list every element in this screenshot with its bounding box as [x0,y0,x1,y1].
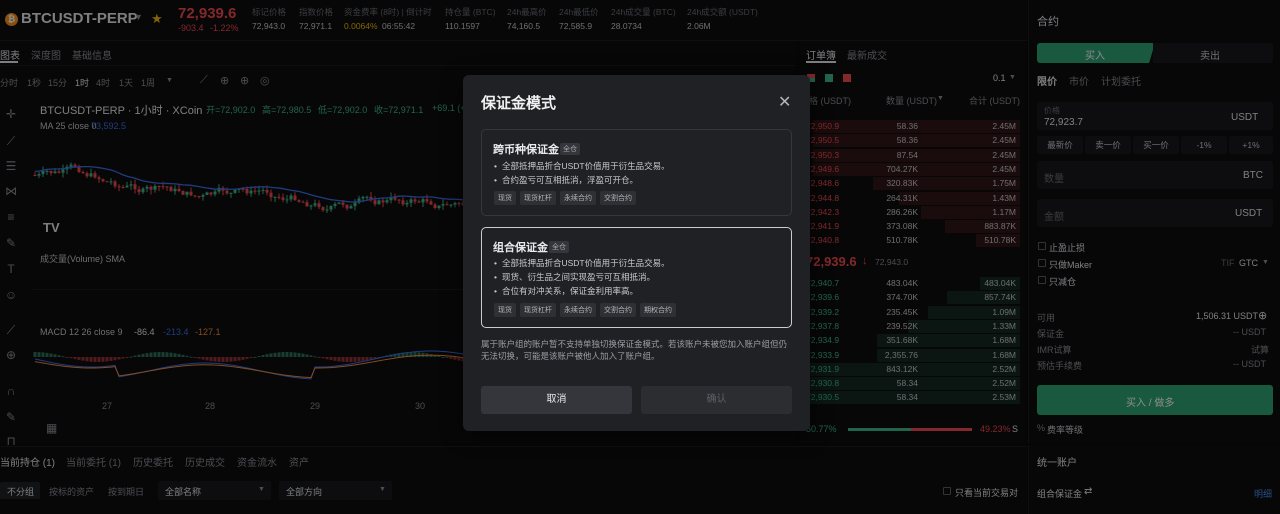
tag: 交割合约 [600,191,636,205]
option-portfolio-bullet: 现货、衍生品之间实现盈亏可互相抵消。 [494,271,655,283]
close-icon[interactable]: ✕ [778,92,791,112]
confirm-button[interactable]: 确认 [641,386,792,414]
option-portfolio-bullet: 合位有对冲关系，保证金利用率高。 [494,285,638,297]
option-cross-title: 跨币种保证金 [493,144,559,156]
tag: 现货 [494,191,516,205]
option-portfolio-bullet: 全部抵押品折合USDT价值用于衍生品交易。 [494,257,670,269]
tag: 现货杠杆 [520,303,556,317]
dialog-title: 保证金模式 [481,95,557,112]
option-portfolio-margin[interactable]: 组合保证金 全仓 全部抵押品折合USDT价值用于衍生品交易。 现货、衍生品之间实… [481,227,792,328]
option-portfolio-badge: 全仓 [549,241,569,253]
tag: 永续合约 [560,303,596,317]
tag: 永续合约 [560,191,596,205]
option-portfolio-tags: 现货 现货杠杆 永续合约 交割合约 期权合约 [494,303,680,317]
option-portfolio-title: 组合保证金 [493,242,548,254]
option-cross-bullet: 全部抵押品折合USDT价值用于衍生品交易。 [494,160,670,172]
tag: 交割合约 [600,303,636,317]
option-cross-margin[interactable]: 跨币种保证金 全仓 全部抵押品折合USDT价值用于衍生品交易。 合约盈亏可互相抵… [481,129,792,216]
option-cross-tags: 现货 现货杠杆 永续合约 交割合约 [494,191,640,205]
tag: 期权合约 [640,303,676,317]
dialog-note: 属于账户组的账户暂不支持单独切换保证金模式。若该账户未被您加入账户组但仍无法切换… [481,339,788,361]
option-cross-bullet: 合约盈亏可互相抵消，浮盈可开仓。 [494,174,638,186]
cancel-button[interactable]: 取消 [481,386,632,414]
margin-mode-dialog: 保证金模式 ✕ 跨币种保证金 全仓 全部抵押品折合USDT价值用于衍生品交易。 … [463,75,810,431]
option-cross-badge: 全仓 [560,143,580,155]
tag: 现货杠杆 [520,191,556,205]
tag: 现货 [494,303,516,317]
